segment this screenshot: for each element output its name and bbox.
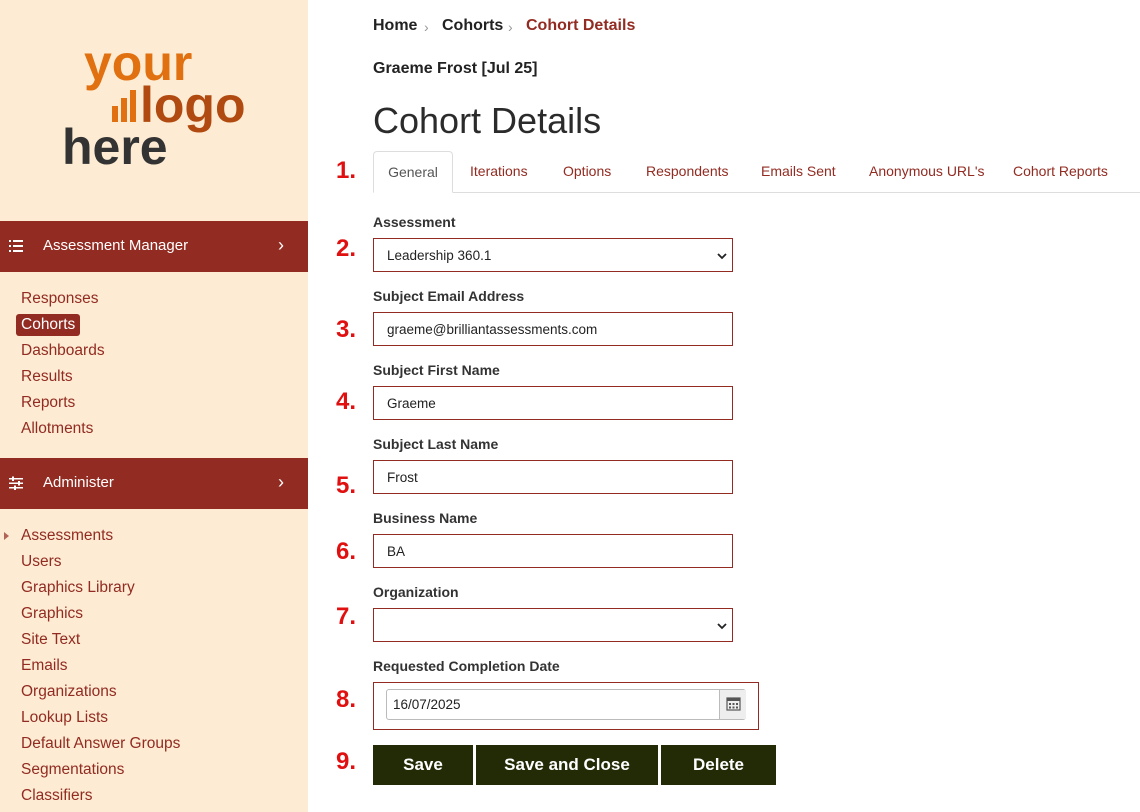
chevron-right-icon: › (278, 235, 284, 255)
assessment-value: Leadership 360.1 (387, 248, 492, 263)
svg-text:here: here (62, 119, 168, 172)
page-title: Cohort Details (373, 100, 602, 141)
subject-first-name-label: Subject First Name (373, 362, 500, 378)
assessment-manager-header[interactable]: Assessment Manager › (0, 221, 308, 272)
sidebar-item-reports[interactable]: Reports (0, 391, 308, 417)
chevron-down-icon (717, 253, 727, 260)
sidebar-item-segmentations[interactable]: Segmentations (0, 758, 308, 784)
date-picker-button[interactable] (719, 690, 746, 719)
list-icon (9, 240, 23, 252)
save-and-close-button[interactable]: Save and Close (476, 745, 658, 785)
breadcrumb-separator: › (424, 19, 429, 35)
delete-button[interactable]: Delete (661, 745, 776, 785)
logo: your logo here (62, 35, 246, 172)
administer-header[interactable]: Administer › (0, 458, 308, 509)
caret-right-icon (4, 532, 9, 540)
tab-emails-sent[interactable]: Emails Sent (761, 151, 836, 193)
step-number: 5. (336, 472, 357, 499)
sidebar-item-graphics-library[interactable]: Graphics Library (0, 576, 308, 602)
subject-email-label: Subject Email Address (373, 288, 525, 304)
sidebar-item-allotments[interactable]: Allotments (0, 417, 308, 443)
breadcrumb-home[interactable]: Home (373, 17, 417, 35)
sidebar-item-organizations[interactable]: Organizations (0, 680, 308, 706)
tab-general[interactable]: General (373, 151, 453, 193)
step-number: 1. (336, 157, 357, 184)
subject-last-name-input[interactable]: Frost (373, 460, 733, 494)
breadcrumb-cohorts[interactable]: Cohorts (442, 17, 503, 35)
sidebar-item-assessments[interactable]: Assessments (0, 524, 308, 550)
completion-date-value: 16/07/2025 (393, 697, 461, 712)
tab-respondents[interactable]: Respondents (646, 151, 729, 193)
subject-last-name-label: Subject Last Name (373, 436, 499, 452)
tab-cohort-reports[interactable]: Cohort Reports (1013, 151, 1108, 193)
assessment-select[interactable]: Leadership 360.1 (373, 238, 733, 272)
tab-options[interactable]: Options (563, 151, 611, 193)
completion-date-label: Requested Completion Date (373, 658, 560, 674)
step-number: 3. (336, 316, 357, 343)
sidebar-item-dashboards[interactable]: Dashboards (0, 339, 308, 365)
subject-last-name-value: Frost (387, 470, 418, 485)
sidebar-item-results[interactable]: Results (0, 365, 308, 391)
step-number: 7. (336, 603, 357, 630)
sidebar-item-graphics[interactable]: Graphics (0, 602, 308, 628)
step-number: 2. (336, 235, 357, 262)
breadcrumb-current: Cohort Details (526, 17, 636, 34)
sidebar: your logo here Assessment Manager › Resp… (0, 0, 308, 812)
assessment-manager-label: Assessment Manager (43, 237, 189, 254)
sidebar-item-responses[interactable]: Responses (0, 287, 308, 313)
sidebar-item-users[interactable]: Users (0, 550, 308, 576)
administer-list: Assessments Users Graphics Library Graph… (0, 524, 308, 810)
subject-first-name-input[interactable]: Graeme (373, 386, 733, 420)
organization-select[interactable] (373, 608, 733, 642)
organization-label: Organization (373, 584, 459, 600)
business-name-input[interactable]: BA (373, 534, 733, 568)
sidebar-item-emails[interactable]: Emails (0, 654, 308, 680)
tab-anonymous-urls[interactable]: Anonymous URL's (869, 151, 985, 193)
tab-iterations[interactable]: Iterations (470, 151, 528, 193)
step-number: 6. (336, 538, 357, 565)
subject-heading: Graeme Frost [Jul 25] (373, 60, 538, 77)
save-button[interactable]: Save (373, 745, 473, 785)
sidebar-item-classifiers[interactable]: Classifiers (0, 784, 308, 810)
subject-email-input[interactable]: graeme@brilliantassessments.com (373, 312, 733, 346)
sidebar-item-site-text[interactable]: Site Text (0, 628, 308, 654)
assessment-label: Assessment (373, 214, 456, 230)
sliders-icon (9, 476, 23, 490)
business-name-value: BA (387, 544, 406, 559)
step-number: 8. (336, 686, 357, 713)
subject-first-name-value: Graeme (387, 396, 436, 411)
chevron-down-icon (717, 623, 727, 630)
calendar-icon (726, 697, 741, 711)
sidebar-item-cohorts[interactable]: Cohorts (0, 313, 308, 339)
step-number: 4. (336, 388, 357, 415)
step-number: 9. (336, 748, 357, 775)
chevron-right-icon: › (278, 472, 284, 492)
sidebar-item-lookup-lists[interactable]: Lookup Lists (0, 706, 308, 732)
assessment-manager-list: Responses Cohorts Dashboards Results Rep… (0, 287, 308, 443)
sidebar-item-default-answer-groups[interactable]: Default Answer Groups (0, 732, 308, 758)
breadcrumb-separator: › (508, 19, 513, 35)
completion-date-group: 16/07/2025 (373, 682, 759, 730)
administer-label: Administer (43, 474, 114, 491)
business-name-label: Business Name (373, 510, 478, 526)
completion-date-input[interactable]: 16/07/2025 (386, 689, 746, 720)
subject-email-value: graeme@brilliantassessments.com (387, 322, 598, 337)
